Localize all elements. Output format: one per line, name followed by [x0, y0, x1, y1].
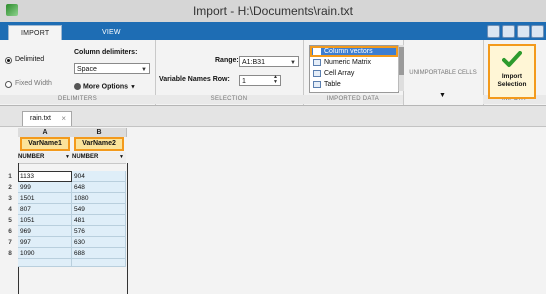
toolstrip: Delimited Fixed Width Column delimiters:…	[0, 40, 546, 106]
list-item-table[interactable]: Table	[310, 79, 398, 90]
table-cell[interactable]: 576	[72, 226, 126, 237]
row-number[interactable]: 3	[2, 193, 18, 204]
cell-array-icon	[313, 70, 321, 77]
delimiters-group-label: DELIMITERS	[0, 95, 155, 104]
title-bar: Import - H:\Documents\rain.txt	[0, 0, 546, 23]
table-icon	[313, 81, 321, 88]
imported-data-group-label: IMPORTED DATA	[303, 95, 403, 104]
document-tab-label: rain.txt	[30, 115, 52, 122]
gear-icon	[74, 83, 81, 90]
row-number[interactable]: 7	[2, 237, 18, 248]
tab-import[interactable]: IMPORT	[8, 25, 63, 41]
help-icon[interactable]	[517, 25, 530, 38]
table-cell[interactable]: 904	[72, 171, 126, 182]
list-item-cell-array[interactable]: Cell Array	[310, 68, 398, 79]
chevron-down-icon: ▼	[65, 154, 70, 160]
save-icon[interactable]	[502, 25, 515, 38]
window-title: Import - H:\Documents\rain.txt	[192, 4, 354, 18]
chevron-down-icon: ▼	[130, 84, 136, 91]
list-item-numeric-matrix[interactable]: Numeric Matrix	[310, 57, 398, 68]
table-cell[interactable]: 630	[72, 237, 126, 248]
table-cell[interactable]: 969	[18, 226, 72, 237]
table-cell[interactable]: 1133	[18, 171, 72, 182]
row-number[interactable]: 8	[2, 248, 18, 259]
column-header-b[interactable]: B	[72, 128, 127, 137]
table-cell[interactable]: 1051	[18, 215, 72, 226]
table-cell[interactable]: 1090	[18, 248, 72, 259]
column-header-a[interactable]: A	[18, 128, 73, 137]
import-selection-label: Import Selection	[497, 73, 527, 88]
column-delimiters-label: Column delimiters:	[74, 49, 138, 56]
ribbon-tabs: IMPORT VIEW	[0, 22, 546, 41]
import-selection-button[interactable]: Import Selection	[488, 44, 536, 99]
table-cell[interactable]: 999	[18, 182, 72, 193]
range-input[interactable]: A1:B31 ▼	[239, 56, 299, 67]
variable-names-row-value: 1	[242, 78, 246, 85]
data-grid: A B VarName1 VarName2 NUMBER ▼ NUMBER ▼ …	[0, 127, 546, 294]
chevron-down-icon: ▼	[290, 60, 296, 66]
chevron-down-icon[interactable]: ▼	[439, 92, 446, 99]
table-cell[interactable]: 1501	[18, 193, 72, 204]
table-cell-partial[interactable]	[18, 259, 72, 267]
row-number[interactable]: 5	[2, 215, 18, 226]
range-value: A1:B31	[242, 59, 265, 66]
column-delimiters-dropdown[interactable]: Space ▼	[74, 63, 150, 74]
varname-field-b[interactable]: VarName2	[74, 137, 124, 151]
fixed-width-radio[interactable]	[5, 81, 12, 88]
unimportable-cells-group: UNIMPORTABLE CELLS ▼	[403, 40, 484, 105]
quick-access-icon[interactable]	[487, 25, 500, 38]
unimportable-cells-label: UNIMPORTABLE CELLS	[409, 70, 477, 76]
row-number[interactable]: 6	[2, 226, 18, 237]
column-vectors-icon	[313, 48, 321, 55]
close-icon[interactable]: ×	[61, 114, 66, 123]
fixed-width-label: Fixed Width	[15, 80, 52, 87]
selection-group-label: SELECTION	[155, 95, 303, 104]
selection-group: Range: A1:B31 ▼ Variable Names Row: 1 ▲ ▼…	[155, 40, 304, 105]
table-cell[interactable]: 688	[72, 248, 126, 259]
checkmark-icon	[502, 51, 522, 67]
document-tab-rain[interactable]: rain.txt ×	[22, 111, 72, 126]
table-cell[interactable]: 997	[18, 237, 72, 248]
range-label: Range:	[215, 57, 239, 64]
column-delimiters-value: Space	[77, 66, 97, 73]
row-number[interactable]: 4	[2, 204, 18, 215]
varname-field-a[interactable]: VarName1	[20, 137, 70, 151]
variable-names-row-stepper[interactable]: 1 ▲ ▼	[239, 75, 281, 86]
stepper-arrows-icon: ▲ ▼	[273, 74, 278, 85]
tab-view[interactable]: VIEW	[90, 25, 133, 40]
table-cell[interactable]: 549	[72, 204, 126, 215]
delimited-radio[interactable]	[5, 57, 12, 64]
table-cell-partial[interactable]	[72, 259, 126, 267]
more-options-button[interactable]: More Options ▼	[74, 83, 136, 90]
variable-names-row-label: Variable Names Row:	[159, 76, 230, 83]
row-number[interactable]: 1	[2, 171, 18, 182]
delimiters-group: Delimited Fixed Width Column delimiters:…	[0, 40, 156, 105]
table-cell[interactable]: 648	[72, 182, 126, 193]
chevron-down-icon: ▼	[119, 154, 124, 160]
numeric-matrix-icon	[313, 59, 321, 66]
output-type-list[interactable]: Column vectors Numeric Matrix Cell Array…	[309, 45, 399, 93]
list-item-column-vectors[interactable]: Column vectors	[310, 46, 398, 57]
table-cell[interactable]: 481	[72, 215, 126, 226]
more-icon[interactable]	[531, 25, 544, 38]
chevron-down-icon: ▼	[141, 67, 147, 73]
document-tab-bar: rain.txt ×	[0, 106, 546, 127]
table-cell[interactable]: 1080	[72, 193, 126, 204]
imported-data-group: Column vectors Numeric Matrix Cell Array…	[303, 40, 404, 105]
row-number[interactable]: 2	[2, 182, 18, 193]
delimited-label: Delimited	[15, 56, 45, 63]
table-cell[interactable]: 807	[18, 204, 72, 215]
